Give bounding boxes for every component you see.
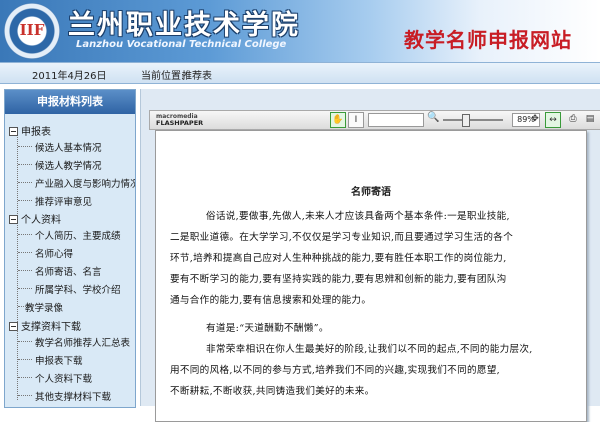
location-value: 推荐表 [182, 71, 212, 82]
document-line: 有道是:“天道酬勤不酬懒”。 [206, 323, 329, 334]
document-line: 非常荣幸相识在你人生最美好的阶段,让我们以不同的起点,不同的能力层次, [206, 344, 533, 355]
info-bar: 2011年4月26日 当前位置: 推荐表 [0, 62, 600, 84]
document-line: 二是职业道德。在大学学习,不仅仅是学习专业知识,而且要通过学习生活的各个 [170, 232, 514, 243]
sidebar-item-quotes[interactable]: 名师寄语、名言 [35, 264, 102, 278]
menu-icon[interactable]: ▤ [583, 112, 597, 126]
viewer-toolbar: macromedia FLASHPAPER ✋ I 🔍 89% ✥ ↔ ⎙ ▤ [149, 110, 600, 130]
tree-branch [18, 341, 32, 342]
document-title: 名师寄语 [351, 187, 391, 198]
search-input[interactable] [368, 113, 424, 127]
header-banner: IIF 兰州职业技术学院 Lanzhou Vocational Technica… [0, 0, 600, 62]
sidebar-item-review[interactable]: 推荐评审意见 [35, 194, 92, 208]
flashpaper-logo: macromedia FLASHPAPER [156, 113, 204, 127]
search-icon[interactable]: 🔍 [427, 112, 439, 123]
sidebar-item-resume[interactable]: 个人简历、主要成绩 [35, 228, 121, 242]
school-logo: IIF [4, 3, 60, 59]
zoom-slider[interactable] [443, 119, 503, 121]
select-icon[interactable]: I [348, 112, 364, 128]
sidebar-item-teaching[interactable]: 候选人教学情况 [35, 158, 102, 172]
hand-icon[interactable]: ✋ [330, 112, 346, 128]
tree-branch [18, 234, 32, 235]
sidebar-item-form-download[interactable]: 申报表下载 [35, 353, 83, 367]
tree-line [17, 130, 18, 332]
tree-branch [18, 395, 32, 396]
location-label: 当前位置: [141, 71, 185, 82]
school-name-cn: 兰州职业技术学院 [68, 10, 300, 41]
print-icon[interactable]: ⎙ [566, 112, 580, 126]
sidebar-item-discipline[interactable]: 所属学科、学校介绍 [35, 282, 121, 296]
site-title: 教学名师申报网站 [404, 28, 572, 52]
sidebar-item-video[interactable]: 教学录像 [25, 300, 63, 314]
tree-branch [18, 200, 32, 201]
current-date: 2011年4月26日 [32, 71, 107, 82]
document-line: 环节,培养和提高自己应对人生种种挑战的能力,要有胜任本职工作的岗位能力, [170, 253, 507, 264]
document-line: 通与合作的能力,要有信息搜索和处理的能力。 [170, 295, 372, 306]
tree-branch [18, 359, 32, 360]
tree-branch [18, 164, 32, 165]
document-line: 不断耕耘,不断收获,共同铸造我们美好的未来。 [170, 386, 375, 397]
sidebar-item-basic-info[interactable]: 候选人基本情况 [35, 140, 102, 154]
content-area: macromedia FLASHPAPER ✋ I 🔍 89% ✥ ↔ ⎙ ▤ 名… [140, 89, 600, 422]
fit-width-icon[interactable]: ↔ [545, 112, 561, 128]
sidebar-item-summary[interactable]: 教学名师推荐人汇总表 [35, 335, 130, 349]
tree-branch [18, 377, 32, 378]
collapse-icon[interactable] [9, 214, 18, 224]
fit-page-icon[interactable]: ✥ [528, 112, 542, 126]
tree-branch [18, 270, 32, 271]
sidebar-section-downloads[interactable]: 支撑资料下载 [9, 318, 81, 333]
collapse-icon[interactable] [9, 126, 18, 136]
sidebar-item-industry[interactable]: 产业融入度与影响力情况 [35, 176, 135, 190]
sidebar: 申报材料列表 申报表 候选人基本情况 候选人教学情况 产业融入度与影响力情况 推… [4, 89, 136, 408]
logo-mark: IIF [19, 21, 45, 39]
document-page: 名师寄语 俗话说,要做事,先做人,未来人才应该具备两个基本条件:一是职业技能, … [155, 130, 587, 422]
sidebar-section-application[interactable]: 申报表 [9, 123, 51, 138]
tree-branch [18, 252, 32, 253]
document-line: 用不同的风格,以不同的参与方式,培养我们不同的兴趣,实现我们不同的愿望, [170, 365, 500, 376]
sidebar-item-personal-download[interactable]: 个人资料下载 [35, 371, 92, 385]
tree-branch [18, 288, 32, 289]
document-line: 要有不断学习的能力,要有坚持实践的能力,要有思辨和创新的能力,要有团队沟 [170, 274, 507, 285]
zoom-slider-handle[interactable] [462, 114, 470, 127]
school-name-en: Lanzhou Vocational Technical College [76, 39, 287, 50]
sidebar-item-experience[interactable]: 名师心得 [35, 246, 73, 260]
document-line: 俗话说,要做事,先做人,未来人才应该具备两个基本条件:一是职业技能, [206, 211, 510, 222]
sidebar-title: 申报材料列表 [5, 90, 135, 114]
tree-branch [18, 146, 32, 147]
sidebar-item-other-download[interactable]: 其他支撑材料下载 [35, 389, 111, 403]
tree-branch [18, 182, 32, 183]
sidebar-section-personal[interactable]: 个人资料 [9, 211, 61, 226]
